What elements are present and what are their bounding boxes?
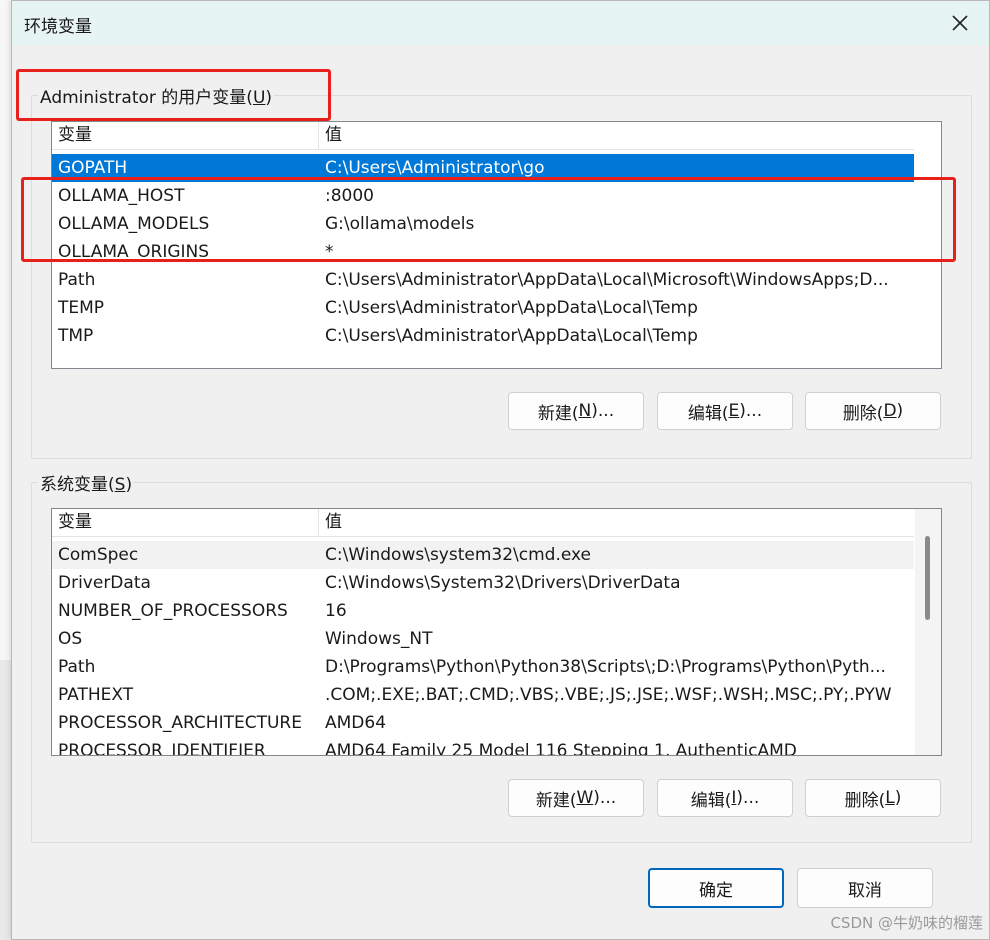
user-list-header: 变量 值 [52,122,914,150]
variable-value-cell: 16 [325,601,347,621]
window-title: 环境变量 [24,17,92,37]
system-new-button[interactable]: 新建(W)... [508,779,644,817]
variable-value-cell: D:\Programs\Python\Python38\Scripts\;D:\… [325,657,886,677]
table-row[interactable]: Path C:\Users\Administrator\AppData\Local… [52,266,914,294]
table-row[interactable]: PROCESSOR_IDENTIFIER AMD64 Family 25 Mode… [52,737,914,756]
variable-name-cell: OS [58,629,83,649]
variable-value-cell: C:\Users\Administrator\AppData\Local\Tem… [325,298,698,318]
system-delete-button[interactable]: 删除(L) [805,779,941,817]
variable-value-cell: C:\Users\Administrator\AppData\Local\Tem… [325,326,698,346]
variable-value-cell: .COM;.EXE;.BAT;.CMD;.VBS;.VBE;.JS;.JSE;.… [325,685,892,705]
cancel-button[interactable]: 取消 [797,868,933,908]
annotation-box-user-vars-title [16,69,331,121]
environment-variables-dialog: 环境变量 Administrator 的用户变量(U) 变量 值 GOPATH C… [11,0,990,940]
variable-name-cell: TEMP [58,298,105,318]
system-variables-title: 系统变量(S) [38,470,135,495]
scrollbar-thumb[interactable] [925,536,930,620]
column-header-value[interactable]: 值 [319,122,914,149]
table-row[interactable]: OS Windows_NT [52,625,914,653]
title-bar: 环境变量 [12,1,989,45]
variable-name-cell: Path [58,657,96,677]
table-row[interactable]: Path D:\Programs\Python\Python38\Scripts\… [52,653,914,681]
variable-name-cell: PATHEXT [58,685,134,705]
user-edit-button[interactable]: 编辑(E)... [657,392,793,430]
ok-button[interactable]: 确定 [648,868,784,908]
system-list-header: 变量 值 [52,509,914,537]
annotation-box-ollama-rows [21,177,956,262]
table-row[interactable]: DriverData C:\Windows\System32\Drivers\Dr… [52,569,914,597]
column-header-value[interactable]: 值 [319,509,914,536]
variable-value-cell: AMD64 [325,713,387,733]
variable-name-cell: Path [58,270,96,290]
variable-name-cell: PROCESSOR_ARCHITECTURE [58,713,302,733]
system-variables-list[interactable]: 变量 值 ComSpec C:\Windows\system32\cmd.exe D… [51,508,942,756]
table-row[interactable]: NUMBER_OF_PROCESSORS 16 [52,597,914,625]
variable-name-cell: PROCESSOR_IDENTIFIER [58,741,266,756]
variable-name-cell: DriverData [58,573,151,593]
table-row[interactable]: PATHEXT .COM;.EXE;.BAT;.CMD;.VBS;.VBE;.JS… [52,681,914,709]
system-list-scrollbar[interactable] [915,509,941,755]
variable-name-cell: TMP [58,326,94,346]
variable-value-cell: C:\Users\Administrator\AppData\Local\Mic… [325,270,889,290]
variable-value-cell: C:\Windows\system32\cmd.exe [325,545,592,565]
close-button[interactable] [945,9,975,37]
variable-name-cell: NUMBER_OF_PROCESSORS [58,601,288,621]
variable-name-cell: ComSpec [58,545,139,565]
variable-value-cell: AMD64 Family 25 Model 116 Stepping 1, Au… [325,741,797,756]
system-edit-button[interactable]: 编辑(I)... [657,779,793,817]
user-new-button[interactable]: 新建(N)... [508,392,644,430]
column-header-variable[interactable]: 变量 [52,509,319,536]
table-row[interactable]: PROCESSOR_ARCHITECTURE AMD64 [52,709,914,737]
variable-value-cell: C:\Windows\System32\Drivers\DriverData [325,573,681,593]
table-row[interactable]: TEMP C:\Users\Administrator\AppData\Local… [52,294,914,322]
table-row[interactable]: TMP C:\Users\Administrator\AppData\Local\… [52,322,914,350]
user-delete-button[interactable]: 删除(D) [805,392,941,430]
close-icon [952,15,968,31]
table-row[interactable]: ComSpec C:\Windows\system32\cmd.exe [52,541,914,569]
variable-value-cell: Windows_NT [325,629,433,649]
watermark: CSDN @牛奶味的榴莲 [830,914,983,932]
column-header-variable[interactable]: 变量 [52,122,319,149]
